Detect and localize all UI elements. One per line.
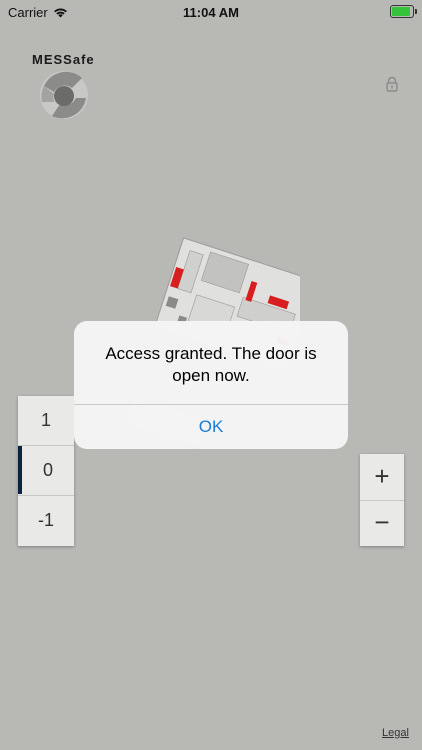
alert-message: Access granted. The door is open now. [105,344,317,385]
alert-ok-button[interactable]: OK [74,405,348,449]
alert-dialog: Access granted. The door is open now. OK [74,321,348,449]
